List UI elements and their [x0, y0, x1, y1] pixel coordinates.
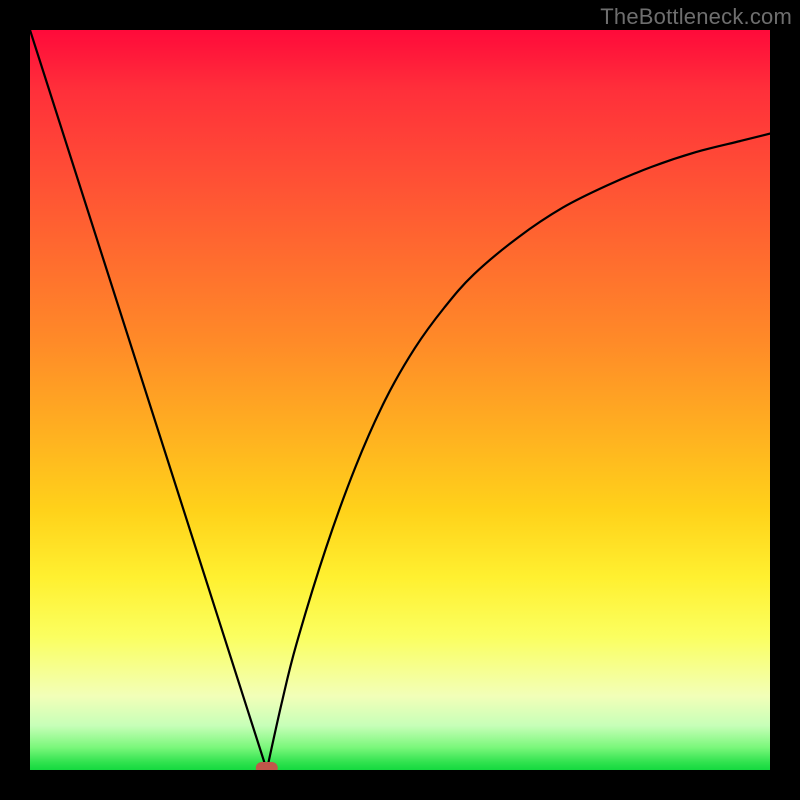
watermark-label: TheBottleneck.com — [600, 4, 792, 30]
bottleneck-curve — [30, 30, 770, 770]
minimum-marker — [256, 762, 278, 770]
plot-area — [30, 30, 770, 770]
chart-frame: TheBottleneck.com — [0, 0, 800, 800]
